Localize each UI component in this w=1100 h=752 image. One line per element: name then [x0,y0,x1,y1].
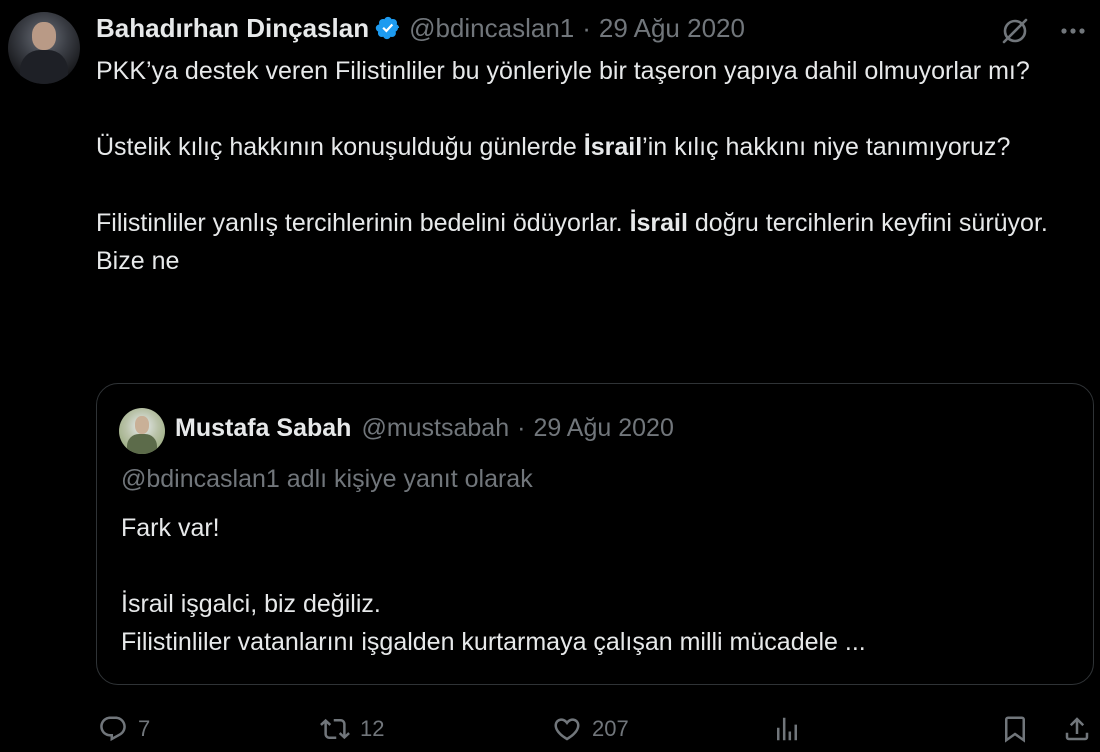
hashtag-israil[interactable]: İsrail [584,133,642,161]
author-avatar[interactable] [8,12,80,84]
reply-icon [100,716,126,742]
quoted-tweet-date: 29 Ağu 2020 [533,414,674,442]
quoted-line-2: İsrail işgalci, biz değiliz. [121,590,381,618]
tweet-text-segment: Filistinliler yanlış tercihlerinin bedel… [96,209,630,237]
quoted-author-handle: @mustsabah [361,414,510,442]
author-name[interactable]: Bahadırhan Dinçaslan [96,13,369,44]
bookmark-button[interactable] [1000,714,1030,744]
tweet-paragraph-3: Filistinliler yanlış tercihlerinin bedel… [96,204,1086,280]
retweet-count: 12 [360,716,385,741]
tweet-text-segment: Üstelik kılıç hakkının konuşulduğu günle… [96,133,584,161]
views-icon [777,717,797,741]
avatar-head [32,22,56,50]
more-icon[interactable] [1058,16,1088,46]
top-right-actions [998,14,1088,48]
reply-context: @bdincaslan1 adlı kişiye yanıt olarak [121,465,533,493]
tweet-paragraph-1: PKK’ya destek veren Filistinliler bu yön… [96,57,1030,85]
quoted-line-3: Filistinliler vatanlarını işgalden kurta… [121,628,866,656]
views-button[interactable] [772,714,802,744]
avatar-body [20,50,68,84]
tweet-text-segment: ’in kılıç hakkını niye tanımıyoruz? [642,133,1011,161]
share-icon [1065,717,1089,741]
reply-button[interactable]: 7 [98,714,150,744]
grok-slash-circle-icon[interactable] [998,14,1032,48]
tweet-date[interactable]: 29 Ağu 2020 [599,13,745,44]
tweet-text: PKK’ya destek veren Filistinliler bu yön… [96,52,1086,280]
retweet-icon [320,718,350,740]
tweet-header: Bahadırhan Dinçaslan @bdincaslan1 · 29 A… [96,12,745,44]
like-icon [554,718,580,741]
quoted-tweet-text: Fark var! İsrail işgalci, biz değiliz. F… [121,509,1071,661]
quoted-line-1: Fark var! [121,514,220,542]
quoted-header-separator: · [517,414,526,442]
quoted-avatar-body [127,434,157,454]
hashtag-israil[interactable]: İsrail [630,209,688,237]
bookmark-icon [1005,716,1025,743]
author-handle[interactable]: @bdincaslan1 [409,13,574,44]
retweet-button[interactable]: 12 [320,714,384,744]
like-count: 207 [592,716,629,741]
reply-count: 7 [138,716,151,741]
tweet-paragraph-2: Üstelik kılıç hakkının konuşulduğu günle… [96,128,1086,166]
like-button[interactable]: 207 [552,714,629,744]
quoted-avatar-face [135,416,149,434]
verified-badge-icon [375,16,400,40]
tweet-actions-bar: 7 12 207 [96,710,1092,750]
header-separator: · [582,12,591,43]
quoted-tweet-header: Mustafa Sabah @mustsabah · 29 Ağu 2020 [175,414,674,443]
quoted-author-name: Mustafa Sabah [175,414,352,442]
share-button[interactable] [1062,714,1092,744]
quoted-tweet-card[interactable]: Mustafa Sabah @mustsabah · 29 Ağu 2020 @… [96,383,1094,685]
quoted-author-avatar [119,408,165,454]
